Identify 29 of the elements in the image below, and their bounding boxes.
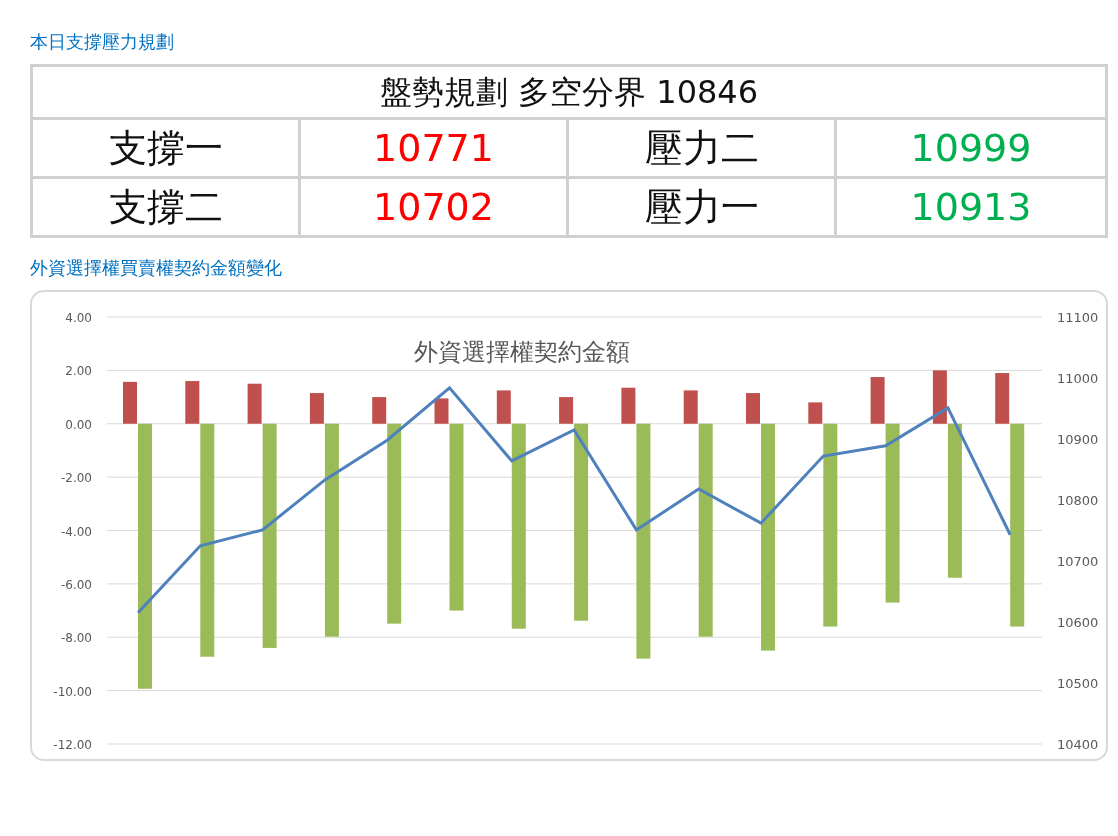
table-cell: 10771	[301, 120, 569, 179]
section-title: 本日支撐壓力規劃	[30, 30, 175, 54]
table-cell: 壓力二	[569, 120, 837, 179]
table-cell-text: 10913	[909, 184, 1033, 231]
axis-tick-label: 4.00	[65, 311, 92, 325]
axis-tick-label: -12.00	[53, 738, 92, 752]
axis-tick-label: 2.00	[65, 364, 92, 379]
axis-tick-label: -10.00	[53, 684, 92, 699]
table-cell: 壓力一	[569, 179, 837, 235]
axis-tick-label: -8.00	[60, 631, 92, 646]
table-cell: 10702	[301, 179, 569, 235]
table-cell: 支撐二	[33, 179, 301, 235]
axis-tick-label: 11100	[1057, 310, 1099, 325]
axis-tick-label: 10600	[1057, 615, 1099, 630]
axis-tick-label: 10700	[1057, 554, 1099, 569]
table-cell: 10999	[837, 120, 1105, 179]
axis-tick-label: 10500	[1057, 676, 1099, 691]
axis-tick-label: 10800	[1057, 493, 1099, 508]
axis-tick-label: -2.00	[60, 471, 92, 486]
chart-title: 外資選擇權契約金額	[414, 338, 630, 366]
axis-tick-label: -6.00	[60, 577, 92, 592]
axis-tick-label: 10900	[1057, 432, 1099, 447]
axis-tick-label: 0.00	[65, 417, 92, 432]
table-cell: 支撐一	[33, 120, 301, 179]
axis-tick-label: 10400	[1057, 737, 1099, 752]
axis-tick-label: -4.00	[60, 524, 92, 539]
table-header: 盤勢規劃 多空分界 10846	[33, 67, 1105, 120]
axis-tick-label: 11000	[1057, 371, 1099, 386]
section-title: 外資選擇權買賣權契約金額變化	[30, 256, 283, 280]
